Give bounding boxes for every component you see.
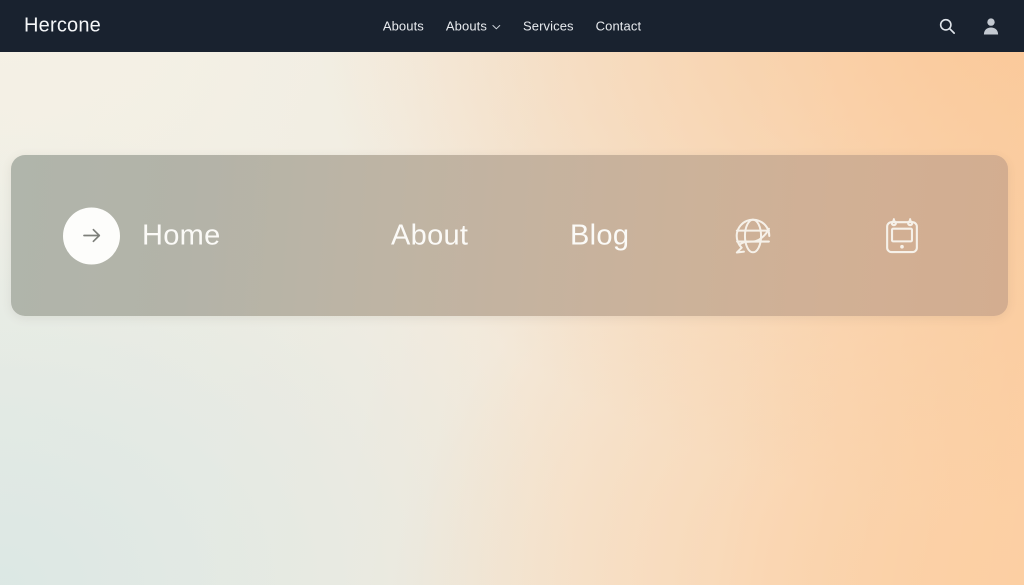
nav-item-services[interactable]: Services xyxy=(523,19,574,34)
user-icon[interactable] xyxy=(980,15,1002,37)
hero-item-label: About xyxy=(391,219,469,251)
calendar-icon[interactable] xyxy=(877,211,927,261)
hero-item-label: Blog xyxy=(570,219,630,251)
header-actions xyxy=(936,15,1002,37)
nav-item-label: Abouts xyxy=(382,18,424,34)
hero-card: Home About Blog xyxy=(11,155,1008,316)
nav-item-label: Services xyxy=(522,18,574,34)
hero-item-home[interactable]: Home xyxy=(63,207,221,264)
top-navigation-bar: Hercone Abouts Abouts Services Contact xyxy=(0,0,1024,52)
hero-item-calendar[interactable] xyxy=(877,211,927,261)
nav-item-abouts-2[interactable]: Abouts xyxy=(446,19,501,34)
arrow-right-icon[interactable] xyxy=(63,207,120,264)
hero-item-label: Home xyxy=(142,219,221,251)
chevron-down-icon xyxy=(492,23,501,32)
hero-item-globe[interactable] xyxy=(728,211,778,261)
main-navigation: Abouts Abouts Services Contact xyxy=(383,19,641,34)
nav-item-abouts-1[interactable]: Abouts xyxy=(383,19,424,34)
globe-icon[interactable] xyxy=(728,211,778,261)
nav-item-label: Contact xyxy=(595,18,642,34)
nav-item-label: Abouts xyxy=(445,18,487,34)
hero-item-about[interactable]: About xyxy=(391,219,468,252)
hero-item-blog[interactable]: Blog xyxy=(570,219,629,252)
hero-menu-row: Home About Blog xyxy=(11,155,1008,316)
search-icon[interactable] xyxy=(936,15,958,37)
brand-logo[interactable]: Hercone xyxy=(24,15,101,38)
nav-item-contact[interactable]: Contact xyxy=(596,19,642,34)
